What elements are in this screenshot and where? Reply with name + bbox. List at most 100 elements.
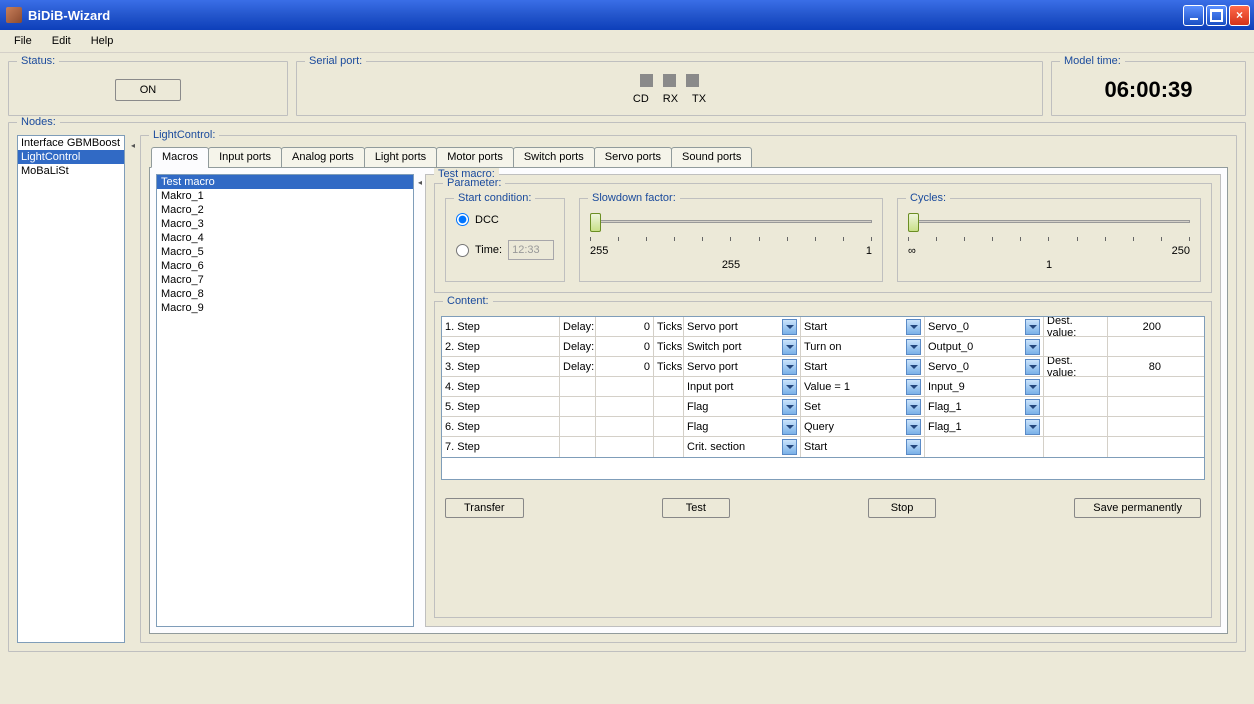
step-row: 1. StepDelay:0TicksServo portStartServo_…	[442, 317, 1204, 337]
macro-item[interactable]: Macro_7	[157, 273, 413, 287]
port-type-select[interactable]: Flag	[684, 417, 801, 436]
chevron-down-icon[interactable]	[906, 379, 921, 395]
target-select[interactable]: Servo_0	[925, 357, 1044, 376]
macro-item[interactable]: Macro_8	[157, 287, 413, 301]
macro-item[interactable]: Macro_9	[157, 301, 413, 315]
action-select[interactable]: Start	[801, 357, 925, 376]
dcc-label: DCC	[475, 214, 499, 226]
chevron-down-icon[interactable]	[1025, 319, 1040, 335]
dest-value[interactable]: 80	[1108, 357, 1164, 376]
chevron-down-icon[interactable]	[1025, 419, 1040, 435]
action-select[interactable]: Turn on	[801, 337, 925, 356]
port-type-select[interactable]: Input port	[684, 377, 801, 396]
delay-value[interactable]: 0	[596, 317, 654, 336]
test-button[interactable]: Test	[662, 498, 730, 518]
cycles-ticks	[908, 237, 1190, 241]
macro-item[interactable]: Macro_6	[157, 259, 413, 273]
tab-light-ports[interactable]: Light ports	[364, 147, 437, 168]
close-button[interactable]: ×	[1229, 5, 1250, 26]
action-select[interactable]: Set	[801, 397, 925, 416]
node-item[interactable]: LightControl	[18, 150, 124, 164]
splitter-macros[interactable]	[418, 174, 421, 627]
port-type-select[interactable]: Switch port	[684, 337, 801, 356]
delay-value[interactable]	[596, 437, 654, 457]
chevron-down-icon[interactable]	[1025, 359, 1040, 375]
chevron-down-icon[interactable]	[906, 359, 921, 375]
time-input[interactable]	[508, 240, 554, 260]
tab-sound-ports[interactable]: Sound ports	[671, 147, 752, 168]
macro-list[interactable]: Test macroMakro_1Macro_2Macro_3Macro_4Ma…	[156, 174, 414, 627]
chevron-down-icon[interactable]	[1025, 379, 1040, 395]
target-select-value: Output_0	[928, 341, 973, 353]
chevron-down-icon[interactable]	[782, 419, 797, 435]
action-select-value: Start	[804, 321, 827, 333]
macro-item[interactable]: Macro_4	[157, 231, 413, 245]
chevron-down-icon[interactable]	[1025, 399, 1040, 415]
target-select[interactable]: Flag_1	[925, 397, 1044, 416]
chevron-down-icon[interactable]	[782, 359, 797, 375]
node-item[interactable]: Interface GBMBoost	[18, 136, 124, 150]
tab-switch-ports[interactable]: Switch ports	[513, 147, 595, 168]
tab-analog-ports[interactable]: Analog ports	[281, 147, 365, 168]
cycles-thumb[interactable]	[908, 213, 919, 232]
macro-item[interactable]: Test macro	[157, 175, 413, 189]
ticks-label	[654, 437, 684, 457]
transfer-button[interactable]: Transfer	[445, 498, 524, 518]
splitter-nodes[interactable]	[131, 133, 134, 643]
chevron-down-icon[interactable]	[1025, 339, 1040, 355]
chevron-down-icon[interactable]	[906, 419, 921, 435]
tab-macros[interactable]: Macros	[151, 147, 209, 168]
port-type-select-value: Servo port	[687, 361, 738, 373]
node-list[interactable]: Interface GBMBoostLightControlMoBaLiSt	[17, 135, 125, 643]
action-select-value: Set	[804, 401, 821, 413]
chevron-down-icon[interactable]	[906, 319, 921, 335]
minimize-button[interactable]	[1183, 5, 1204, 26]
node-item[interactable]: MoBaLiSt	[18, 164, 124, 178]
delay-value[interactable]	[596, 397, 654, 416]
chevron-down-icon[interactable]	[782, 319, 797, 335]
menu-file[interactable]: File	[6, 33, 40, 49]
chevron-down-icon[interactable]	[782, 439, 797, 455]
action-select[interactable]: Start	[801, 437, 925, 457]
port-type-select[interactable]: Servo port	[684, 357, 801, 376]
target-select[interactable]: Servo_0	[925, 317, 1044, 336]
target-select[interactable]: Output_0	[925, 337, 1044, 356]
delay-value[interactable]: 0	[596, 357, 654, 376]
delay-value[interactable]: 0	[596, 337, 654, 356]
status-on-button[interactable]: ON	[115, 79, 182, 101]
chevron-down-icon[interactable]	[782, 339, 797, 355]
dcc-radio[interactable]	[456, 213, 469, 226]
tab-input-ports[interactable]: Input ports	[208, 147, 282, 168]
chevron-down-icon[interactable]	[906, 399, 921, 415]
tab-servo-ports[interactable]: Servo ports	[594, 147, 672, 168]
slowdown-thumb[interactable]	[590, 213, 601, 232]
target-select[interactable]: Flag_1	[925, 417, 1044, 436]
macro-item[interactable]: Macro_5	[157, 245, 413, 259]
target-select[interactable]: Input_9	[925, 377, 1044, 396]
delay-value[interactable]	[596, 377, 654, 396]
time-radio[interactable]	[456, 244, 469, 257]
macro-item[interactable]: Makro_1	[157, 189, 413, 203]
port-type-select[interactable]: Servo port	[684, 317, 801, 336]
dest-value[interactable]: 200	[1108, 317, 1164, 336]
action-select[interactable]: Query	[801, 417, 925, 436]
delay-value[interactable]	[596, 417, 654, 436]
maximize-button[interactable]	[1206, 5, 1227, 26]
action-select[interactable]: Start	[801, 317, 925, 336]
save-permanently-button[interactable]: Save permanently	[1074, 498, 1201, 518]
port-type-select[interactable]: Flag	[684, 397, 801, 416]
menu-help[interactable]: Help	[83, 33, 122, 49]
port-type-select[interactable]: Crit. section	[684, 437, 801, 457]
chevron-down-icon[interactable]	[782, 379, 797, 395]
cd-led	[640, 74, 653, 87]
chevron-down-icon[interactable]	[906, 439, 921, 455]
macro-item[interactable]: Macro_3	[157, 217, 413, 231]
stop-button[interactable]: Stop	[868, 498, 936, 518]
tab-motor-ports[interactable]: Motor ports	[436, 147, 514, 168]
chevron-down-icon[interactable]	[782, 399, 797, 415]
action-select[interactable]: Value = 1	[801, 377, 925, 396]
chevron-down-icon[interactable]	[906, 339, 921, 355]
macro-item[interactable]: Macro_2	[157, 203, 413, 217]
rx-label: RX	[663, 93, 678, 105]
menu-edit[interactable]: Edit	[44, 33, 79, 49]
